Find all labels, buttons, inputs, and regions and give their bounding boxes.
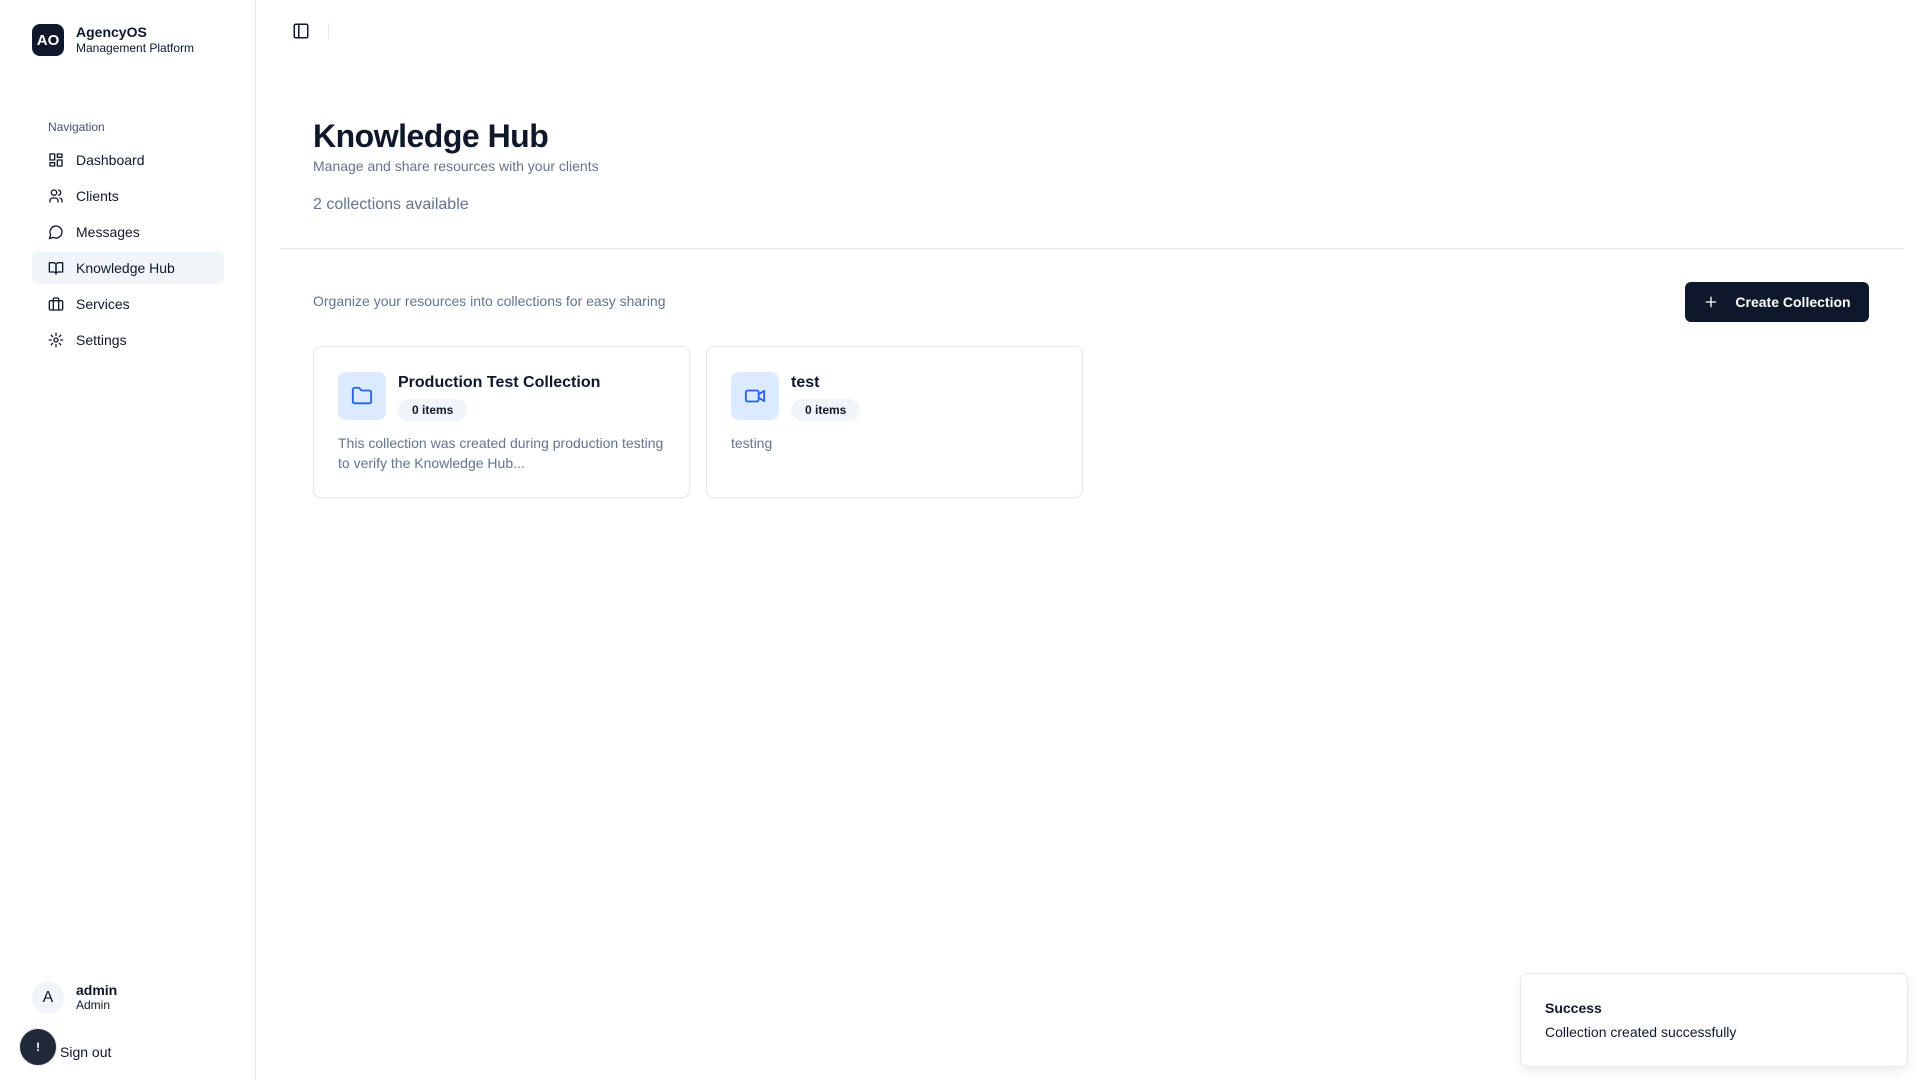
sidebar-item-label: Settings bbox=[76, 332, 127, 348]
page-subtitle: Manage and share resources with your cli… bbox=[313, 158, 599, 174]
sidebar-item-label: Dashboard bbox=[76, 152, 145, 168]
collection-description: testing bbox=[731, 435, 773, 451]
topbar-divider bbox=[328, 23, 329, 39]
toast-message: Collection created successfully bbox=[1545, 1024, 1737, 1040]
sidebar-item-dashboard[interactable]: Dashboard bbox=[32, 144, 224, 176]
sidebar-item-settings[interactable]: Settings bbox=[32, 324, 224, 356]
user-role: Admin bbox=[76, 998, 111, 1012]
item-count-badge: 0 items bbox=[398, 399, 468, 421]
video-icon bbox=[731, 372, 779, 420]
item-count-badge: 0 items bbox=[791, 399, 861, 421]
sidebar-item-messages[interactable]: Messages bbox=[32, 216, 224, 248]
sidebar-item-services[interactable]: Services bbox=[32, 288, 224, 320]
user-profile[interactable]: A admin Admin bbox=[32, 982, 117, 1014]
brand-subtitle: Management Platform bbox=[76, 41, 195, 55]
plus-icon bbox=[1706, 296, 1717, 308]
toast-title: Success bbox=[1545, 1000, 1602, 1016]
sidebar-nav: Dashboard Clients Messages Knowledge Hub… bbox=[32, 144, 224, 360]
avatar: A bbox=[32, 982, 64, 1014]
sidebar-item-label: Clients bbox=[76, 188, 119, 204]
collection-card[interactable]: test 0 items testing bbox=[706, 346, 1083, 498]
gear-icon bbox=[48, 332, 64, 348]
collection-description: This collection was created during produ… bbox=[338, 435, 664, 471]
collection-card[interactable]: Production Test Collection 0 items This … bbox=[313, 346, 690, 498]
brand-name: AgencyOS bbox=[76, 24, 147, 40]
section-divider bbox=[280, 248, 1904, 249]
collection-title: Production Test Collection bbox=[398, 374, 601, 391]
page-title: Knowledge Hub bbox=[313, 118, 549, 154]
book-open-icon bbox=[48, 260, 64, 276]
create-collection-label: Create Collection bbox=[1735, 294, 1851, 310]
sidebar-item-label: Services bbox=[76, 296, 130, 312]
users-icon bbox=[48, 188, 64, 204]
message-circle-icon bbox=[48, 224, 64, 240]
create-collection-button[interactable]: Create Collection bbox=[1685, 282, 1869, 322]
collections-count: 2 collections available bbox=[313, 196, 469, 213]
briefcase-icon bbox=[48, 296, 64, 312]
nav-group-label: Navigation bbox=[48, 120, 105, 134]
organize-hint: Organize your resources into collections… bbox=[313, 293, 666, 309]
alert-icon[interactable]: ! bbox=[19, 1028, 57, 1066]
sidebar-item-knowledge-hub[interactable]: Knowledge Hub bbox=[32, 252, 224, 284]
sidebar-item-clients[interactable]: Clients bbox=[32, 180, 224, 212]
brand[interactable]: AO AgencyOS Management Platform bbox=[32, 24, 194, 56]
dashboard-icon bbox=[48, 152, 64, 168]
sign-out-button[interactable]: Sign out bbox=[60, 1044, 111, 1060]
folder-icon bbox=[338, 372, 386, 420]
sidebar-toggle-icon[interactable] bbox=[292, 22, 310, 40]
sidebar-item-label: Messages bbox=[76, 224, 140, 240]
collection-title: test bbox=[791, 374, 820, 391]
user-name: admin bbox=[76, 982, 118, 998]
brand-logo: AO bbox=[32, 24, 64, 56]
sidebar: AO AgencyOS Management Platform Navigati… bbox=[0, 0, 256, 1080]
success-toast[interactable]: Success Collection created successfully bbox=[1520, 973, 1908, 1067]
sidebar-item-label: Knowledge Hub bbox=[76, 260, 175, 276]
